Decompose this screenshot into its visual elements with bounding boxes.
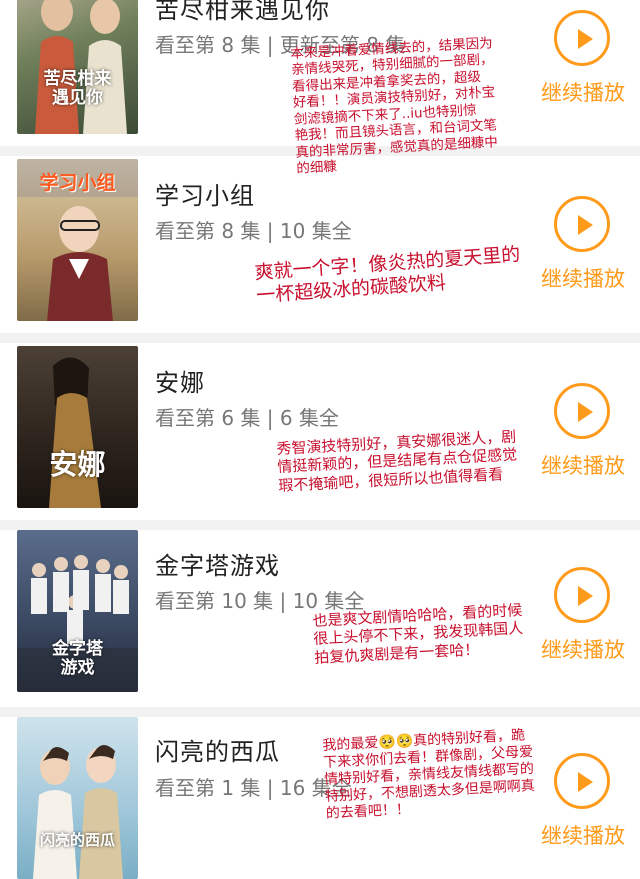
continue-playing-button[interactable]: 继续播放 [541, 634, 625, 664]
row-divider [0, 520, 640, 530]
review-note: 我的最爱🥺🥺真的特别好看，跪 下来求你们去看！群像剧，父母爱 情特别好看，亲情线… [322, 727, 536, 823]
show-row[interactable]: 闪亮的西瓜 闪亮的西瓜 看至第 1 集 | 16 集全 继续播放 [0, 717, 640, 879]
continue-playing-button[interactable]: 继续播放 [541, 450, 625, 480]
watch-history-list: 苦尽柑来 遇见你 苦尽柑来遇见你 看至第 8 集 | 更新至第 8 集 继续播放… [0, 0, 640, 879]
play-icon [578, 402, 593, 422]
watch-progress: 看至第 1 集 | 16 集全 [155, 776, 352, 800]
show-title[interactable]: 学习小组 [155, 176, 255, 211]
play-icon [578, 29, 593, 49]
watch-progress: 看至第 6 集 | 6 集全 [155, 406, 339, 430]
poster-art [33, 745, 123, 879]
play-icon [578, 586, 593, 606]
continue-playing-button[interactable]: 继续播放 [541, 820, 625, 850]
show-title[interactable]: 闪亮的西瓜 [155, 732, 280, 767]
show-title[interactable]: 苦尽柑来遇见你 [155, 0, 330, 25]
continue-playing-button[interactable]: 继续播放 [541, 263, 625, 293]
show-row[interactable]: 学习小组 学习小组 看至第 8 集 | 10 集全 继续播放 [0, 156, 640, 333]
poster-art [49, 357, 101, 508]
play-icon [578, 772, 593, 792]
continue-playing-button[interactable]: 继续播放 [541, 77, 625, 107]
show-poster[interactable]: 金字塔 游戏 [17, 530, 138, 692]
poster-title: 学习小组 [39, 172, 116, 194]
play-button[interactable] [554, 196, 610, 252]
play-button[interactable] [554, 753, 610, 809]
show-poster[interactable]: 苦尽柑来 遇见你 [17, 0, 138, 134]
show-title[interactable]: 安娜 [155, 363, 205, 398]
poster-title: 金字塔 游戏 [52, 639, 103, 678]
show-title[interactable]: 金字塔游戏 [155, 546, 280, 581]
show-row[interactable]: 安娜 安娜 看至第 6 集 | 6 集全 继续播放 [0, 343, 640, 520]
watch-progress: 看至第 10 集 | 10 集全 [155, 589, 365, 613]
row-divider [0, 707, 640, 717]
play-button[interactable] [554, 383, 610, 439]
watch-progress: 看至第 8 集 | 10 集全 [155, 219, 352, 243]
play-icon [578, 215, 593, 235]
show-poster[interactable]: 闪亮的西瓜 [17, 717, 138, 879]
play-button[interactable] [554, 10, 610, 66]
review-note: 本来是冲着爱情线去的，结果因为 亲情线哭死，特别细腻的一部剧， 看得出来是冲着拿… [290, 35, 499, 178]
play-button[interactable] [554, 567, 610, 623]
show-poster[interactable]: 学习小组 [17, 159, 138, 321]
poster-title: 安娜 [49, 448, 106, 481]
poster-title: 苦尽柑来 遇见你 [43, 69, 112, 108]
poster-art [35, 0, 127, 134]
poster-title: 闪亮的西瓜 [39, 831, 115, 849]
row-divider [0, 333, 640, 343]
show-poster[interactable]: 安娜 [17, 346, 138, 508]
review-note: 也是爽文剧情哈哈哈，看的时候 很上头停不下来，我发现韩国人 拍复仇爽剧是有一套哈… [312, 601, 524, 667]
